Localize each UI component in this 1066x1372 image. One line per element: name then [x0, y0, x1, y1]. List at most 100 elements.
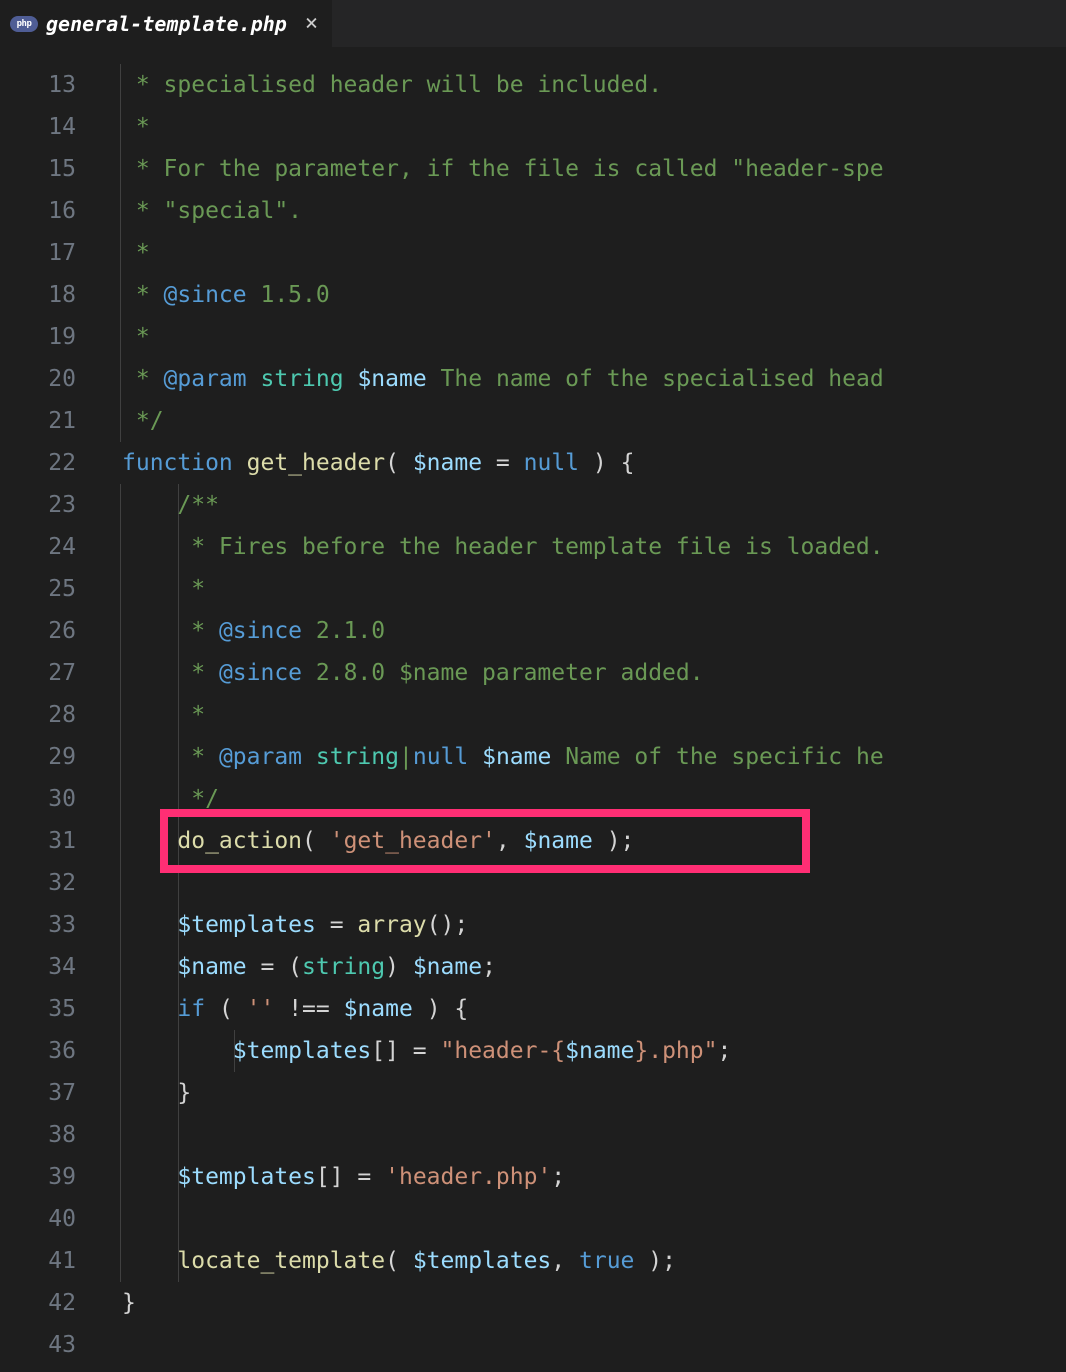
code-line[interactable]: $name = (string) $name;	[100, 946, 1066, 988]
code-token	[122, 492, 177, 518]
code-line[interactable]: * specialised header will be included.	[100, 64, 1066, 106]
tab-active[interactable]: php general-template.php ×	[0, 0, 332, 47]
code-line[interactable]	[100, 862, 1066, 904]
code-line[interactable]: }	[100, 1282, 1066, 1324]
editor[interactable]: 1314151617181920212223242526272829303132…	[0, 48, 1066, 1372]
line-number: 23	[0, 484, 76, 526]
code-token: *	[122, 240, 150, 266]
line-number: 35	[0, 988, 76, 1030]
code-line[interactable]: if ( '' !== $name ) {	[100, 988, 1066, 1030]
code-token	[122, 660, 177, 686]
code-token: */	[122, 408, 164, 434]
code-line[interactable]: * @param string|null $name Name of the s…	[100, 736, 1066, 778]
code-line[interactable]: * Fires before the header template file …	[100, 526, 1066, 568]
code-token	[122, 786, 177, 812]
code-token: string	[261, 366, 344, 392]
code-line[interactable]: $templates = array();	[100, 904, 1066, 946]
code-token: $name	[565, 1038, 634, 1064]
code-token: ;	[551, 1164, 565, 1190]
code-token: ,	[551, 1248, 579, 1274]
code-token: {	[454, 996, 468, 1022]
code-token: ;	[482, 954, 496, 980]
code-token: *	[177, 618, 219, 644]
code-line[interactable]: function get_header( $name = null ) {	[100, 442, 1066, 484]
line-number: 29	[0, 736, 76, 778]
code-token: $templates	[413, 1248, 551, 1274]
code-line[interactable]: * @since 2.1.0	[100, 610, 1066, 652]
code-token: 2.8.0 $name parameter added.	[302, 660, 704, 686]
code-line[interactable]	[100, 1324, 1066, 1366]
code-token	[122, 576, 177, 602]
code-line[interactable]: *	[100, 694, 1066, 736]
code-token	[122, 1248, 177, 1274]
code-token: *	[122, 324, 150, 350]
code-token: *	[122, 366, 164, 392]
line-number: 41	[0, 1240, 76, 1282]
code-token	[344, 366, 358, 392]
code-line[interactable]: $templates[] = 'header.php';	[100, 1156, 1066, 1198]
line-number: 28	[0, 694, 76, 736]
code-line[interactable]: $templates[] = "header-{$name}.php";	[100, 1030, 1066, 1072]
code-token: null	[413, 744, 468, 770]
code-token: get_header	[247, 450, 385, 476]
code-token: array	[357, 912, 426, 938]
code-token: }.php"	[634, 1038, 717, 1064]
code-token: 1.5.0	[247, 282, 330, 308]
line-number: 37	[0, 1072, 76, 1114]
code-token: *	[177, 744, 219, 770]
code-line[interactable]: * @since 1.5.0	[100, 274, 1066, 316]
code-token: ;	[662, 1248, 676, 1274]
code-token: {	[621, 450, 635, 476]
code-line[interactable]: * @since 2.8.0 $name parameter added.	[100, 652, 1066, 694]
line-number: 20	[0, 358, 76, 400]
code-token	[468, 744, 482, 770]
line-number: 26	[0, 610, 76, 652]
line-number: 16	[0, 190, 76, 232]
code-token	[302, 744, 316, 770]
code-token: @since	[219, 618, 302, 644]
line-number: 18	[0, 274, 76, 316]
code-token: =	[482, 450, 524, 476]
code-line[interactable]: */	[100, 778, 1066, 820]
line-number: 43	[0, 1324, 76, 1366]
code-line[interactable]	[100, 1114, 1066, 1156]
code-token: @param	[164, 366, 247, 392]
code-line[interactable]: }	[100, 1072, 1066, 1114]
code-line[interactable]: locate_template( $templates, true );	[100, 1240, 1066, 1282]
code-token: }	[122, 1290, 136, 1316]
close-icon[interactable]: ×	[305, 11, 318, 36]
code-line[interactable]: * @param string $name The name of the sp…	[100, 358, 1066, 400]
code-token	[122, 828, 177, 854]
code-token: )	[385, 954, 413, 980]
code-line[interactable]	[100, 1198, 1066, 1240]
code-line[interactable]: * For the parameter, if the file is call…	[100, 148, 1066, 190]
code-line[interactable]: */	[100, 400, 1066, 442]
code-token: (	[302, 828, 330, 854]
code-line[interactable]: do_action( 'get_header', $name );	[100, 820, 1066, 862]
code-token	[122, 1164, 177, 1190]
code-token	[122, 996, 177, 1022]
code-token	[247, 366, 261, 392]
code-token: /**	[177, 492, 219, 518]
code-token	[122, 702, 177, 728]
line-number: 27	[0, 652, 76, 694]
tab-filename: general-template.php	[46, 12, 287, 36]
code-line[interactable]: *	[100, 106, 1066, 148]
code-token: }	[177, 1080, 191, 1106]
code-token: do_action	[177, 828, 302, 854]
code-token: $name	[177, 954, 246, 980]
code-token: $name	[413, 954, 482, 980]
code-token: $name	[357, 366, 426, 392]
code-token	[122, 1080, 177, 1106]
code-token: $name	[413, 450, 482, 476]
code-area[interactable]: * specialised header will be included. *…	[100, 48, 1066, 1372]
code-token: =	[316, 912, 358, 938]
code-token	[122, 744, 177, 770]
code-line[interactable]: *	[100, 316, 1066, 358]
code-token: [] =	[371, 1038, 440, 1064]
code-line[interactable]: *	[100, 232, 1066, 274]
code-token: *	[122, 282, 164, 308]
code-line[interactable]: /**	[100, 484, 1066, 526]
code-line[interactable]: *	[100, 568, 1066, 610]
code-line[interactable]: * "special".	[100, 190, 1066, 232]
